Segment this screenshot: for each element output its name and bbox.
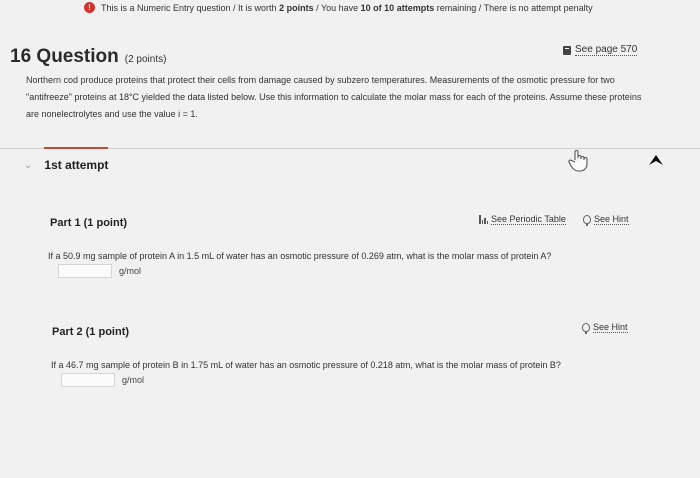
part1-unit: g/mol [119,266,142,276]
part2-hint-label: See Hint [593,322,628,333]
part1-hint-label: See Hint [594,214,629,225]
arrow-cursor-icon [649,155,663,165]
part2-text: If a 46.7 mg sample of protein B in 1.75… [51,360,561,370]
see-page-label: See page 570 [575,44,638,56]
periodic-table-link[interactable]: See Periodic Table [479,214,566,225]
attempt-accent-bar [44,147,108,149]
lightbulb-icon [582,323,590,334]
part2-unit: g/mol [122,375,145,385]
part2-answer-input[interactable] [61,373,115,387]
see-page-link[interactable]: See page 570 [563,44,638,56]
chevron-down-icon: ⌄ [24,159,33,171]
banner-text: This is a Numeric Entry question / It is… [101,2,593,13]
hand-pointer-icon [568,150,588,172]
part2-hint-link[interactable]: See Hint [582,322,628,334]
question-header: 16 Question (2 points) [10,46,166,68]
part2-title: Part 2 (1 point) [52,326,130,338]
question-points: (2 points) [124,54,167,65]
question-info-banner: ! This is a Numeric Entry question / It … [84,2,593,13]
info-icon: ! [84,2,95,13]
question-title: 16 Question [10,46,119,67]
attempt-toggle[interactable]: ⌄ 1st attempt [24,158,108,172]
periodic-table-icon [479,215,488,224]
part1-title: Part 1 (1 point) [50,217,128,229]
lightbulb-icon [583,215,591,226]
question-text: Northern cod produce proteins that prote… [26,75,642,119]
book-icon [563,45,571,55]
part1-text: If a 50.9 mg sample of protein A in 1.5 … [48,251,552,261]
part1-answer-input[interactable] [58,264,112,278]
part1-hint-link[interactable]: See Hint [583,214,629,226]
attempt-label: 1st attempt [44,158,109,172]
periodic-table-label: See Periodic Table [491,214,566,225]
